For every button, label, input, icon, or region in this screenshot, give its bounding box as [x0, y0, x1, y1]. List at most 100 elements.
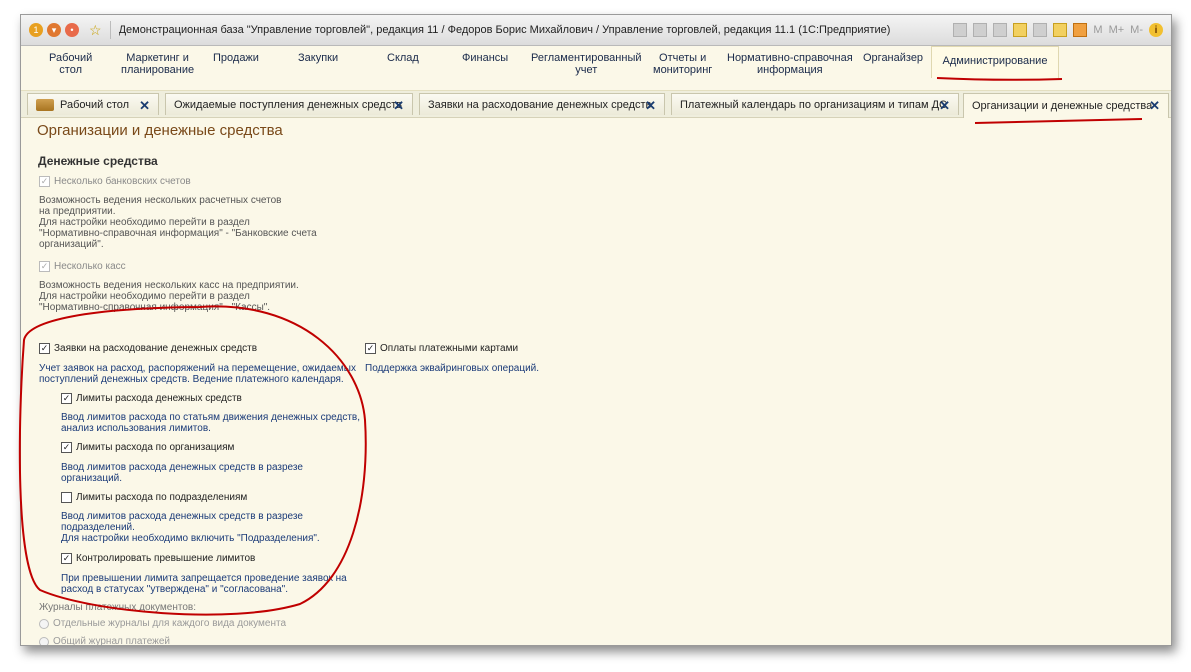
page-title: Организации и денежные средства	[37, 122, 283, 139]
section-reference-info[interactable]: Нормативно-справочная информация	[727, 52, 853, 76]
section-label: Администрирование	[942, 55, 1048, 67]
checkbox-label: Оплаты платежными картами	[380, 343, 519, 354]
journal-option-common[interactable]: Общий журнал платежей	[39, 636, 170, 646]
checkbox-label: Заявки на расходование денежных средств	[54, 343, 258, 354]
tab-label: Ожидаемые поступления денежных средств	[174, 98, 403, 111]
open-windows-tabs: Рабочий стол ✕ Ожидаемые поступления ден…	[21, 91, 1171, 118]
check-icon: ✓	[61, 393, 72, 404]
close-icon[interactable]: ✕	[1149, 98, 1160, 114]
limits-depts-description: Ввод лимитов расхода денежных средств в …	[61, 511, 320, 544]
checkbox-label: Лимиты расхода по подразделениям	[76, 492, 248, 503]
check-icon: ✓	[365, 343, 376, 354]
tab-label: Заявки на расходование денежных средств	[428, 98, 652, 111]
check-icon: ✓	[61, 442, 72, 453]
title-toolbar: M M+ M- i	[953, 23, 1163, 37]
radio-label: Общий журнал платежей	[53, 636, 170, 646]
title-separator	[109, 21, 111, 39]
section-organizer[interactable]: Органайзер	[863, 52, 923, 64]
section-desktop[interactable]: Рабочий стол	[49, 52, 92, 76]
tab-spending-requests[interactable]: Заявки на расходование денежных средств …	[419, 93, 665, 115]
limits-depts-checkbox[interactable]: Лимиты расхода по подразделениям	[61, 492, 247, 503]
radio-icon	[39, 636, 49, 645]
memory-button-m-minus[interactable]: M-	[1130, 24, 1143, 36]
checkbox-label: Контролировать превышение лимитов	[76, 553, 256, 564]
calculator-icon[interactable]	[1053, 23, 1068, 37]
main-menu-icon[interactable]: ▾	[47, 23, 61, 37]
card-payments-description: Поддержка эквайринговых операций.	[365, 363, 540, 374]
info-icon[interactable]: i	[1149, 23, 1163, 37]
close-icon[interactable]: ✕	[645, 98, 656, 114]
desktop-icon	[36, 98, 54, 111]
control-limits-description: При превышении лимита запрещается провед…	[61, 573, 347, 595]
limits-orgs-checkbox[interactable]: ✓ Лимиты расхода по организациям	[61, 442, 234, 453]
close-icon[interactable]: ✕	[393, 98, 404, 114]
check-icon: ✓	[61, 553, 72, 564]
spending-requests-description: Учет заявок на расход, распоряжений на п…	[39, 363, 356, 385]
checkbox-label: Несколько банковских счетов	[54, 176, 191, 187]
section-sales[interactable]: Продажи	[213, 52, 259, 64]
limits-dds-checkbox[interactable]: ✓ Лимиты расхода денежных средств	[61, 393, 242, 404]
section-purchases[interactable]: Закупки	[298, 52, 338, 64]
section-label: Рабочий стол	[49, 52, 93, 76]
cash-desks-checkbox[interactable]: ✓ Несколько касс	[39, 261, 126, 272]
check-icon: ✓	[39, 343, 50, 354]
history-icon[interactable]	[1033, 23, 1048, 37]
cash-desks-description: Возможность ведения нескольких касс на п…	[39, 280, 299, 313]
check-icon: ✓	[39, 176, 50, 187]
calendar-icon[interactable]	[1073, 23, 1088, 37]
app-window: 1 ▾ • ☆ Демонстрационная база "Управлени…	[20, 14, 1172, 646]
spending-requests-checkbox[interactable]: ✓ Заявки на расходование денежных средст…	[39, 343, 257, 354]
tab-organizations-and-money[interactable]: Организации и денежные средства ✕	[963, 93, 1169, 118]
radio-label: Отдельные журналы для каждого вида докум…	[53, 618, 287, 629]
close-icon[interactable]: ✕	[139, 98, 150, 114]
checkbox-label: Несколько касс	[54, 261, 126, 272]
section-regulated-accounting[interactable]: Регламентированный учет	[531, 52, 642, 76]
memory-button-m[interactable]: M	[1093, 24, 1102, 36]
section-warehouse[interactable]: Склад	[387, 52, 419, 64]
add-favorite-icon[interactable]	[1013, 23, 1028, 37]
section-reports[interactable]: Отчеты и мониторинг	[653, 52, 712, 76]
favorites-star-icon[interactable]: ☆	[89, 22, 102, 39]
section-label: Склад	[387, 52, 419, 64]
section-marketing[interactable]: Маркетинг и планирование	[121, 52, 194, 76]
section-label: Маркетинг и планирование	[121, 52, 195, 76]
section-label: Финансы	[462, 52, 509, 64]
section-label: Отчеты и мониторинг	[653, 52, 713, 76]
close-icon[interactable]: ✕	[939, 98, 950, 114]
1c-logo-icon[interactable]: 1	[29, 23, 43, 37]
save-icon[interactable]	[953, 23, 968, 37]
print-icon[interactable]	[973, 23, 988, 37]
journal-option-separate[interactable]: Отдельные журналы для каждого вида докум…	[39, 618, 286, 629]
section-label: Продажи	[213, 52, 259, 64]
radio-icon	[39, 618, 49, 629]
section-finance[interactable]: Финансы	[462, 52, 508, 64]
tab-payment-calendar[interactable]: Платежный календарь по организациям и ти…	[671, 93, 959, 115]
window-title: Демонстрационная база "Управление торгов…	[118, 24, 891, 36]
tab-label: Рабочий стол	[60, 98, 130, 111]
journals-label: Журналы платежных документов:	[39, 602, 196, 613]
title-bar: 1 ▾ • ☆ Демонстрационная база "Управлени…	[21, 15, 1171, 46]
group-title: Денежные средства	[38, 154, 158, 168]
bank-accounts-checkbox[interactable]: ✓ Несколько банковских счетов	[39, 176, 191, 187]
checkbox-label: Лимиты расхода денежных средств	[76, 393, 242, 404]
bank-accounts-description: Возможность ведения нескольких расчетных…	[39, 195, 317, 250]
limits-dds-description: Ввод лимитов расхода по статьям движения…	[61, 412, 361, 434]
tab-label: Организации и денежные средства	[972, 100, 1153, 112]
memory-button-m-plus[interactable]: M+	[1109, 24, 1125, 36]
unchecked-box-icon	[61, 492, 72, 503]
control-limits-checkbox[interactable]: ✓ Контролировать превышение лимитов	[61, 553, 255, 564]
section-administration[interactable]: Администрирование	[931, 46, 1059, 78]
section-label: Органайзер	[863, 52, 924, 64]
checkbox-label: Лимиты расхода по организациям	[76, 442, 235, 453]
tab-desktop[interactable]: Рабочий стол ✕	[27, 93, 159, 115]
check-icon: ✓	[39, 261, 50, 272]
navigation-icon[interactable]: •	[65, 23, 79, 37]
section-label: Нормативно-справочная информация	[727, 52, 853, 76]
section-label: Регламентированный учет	[531, 52, 642, 76]
preview-icon[interactable]	[993, 23, 1008, 37]
card-payments-checkbox[interactable]: ✓ Оплаты платежными картами	[365, 343, 518, 354]
limits-orgs-description: Ввод лимитов расхода денежных средств в …	[61, 462, 303, 484]
tab-expected-receipts[interactable]: Ожидаемые поступления денежных средств ✕	[165, 93, 413, 115]
form-content: Организации и денежные средства Денежные…	[21, 116, 1171, 646]
sections-panel: Рабочий стол Маркетинг и планирование Пр…	[21, 46, 1171, 91]
